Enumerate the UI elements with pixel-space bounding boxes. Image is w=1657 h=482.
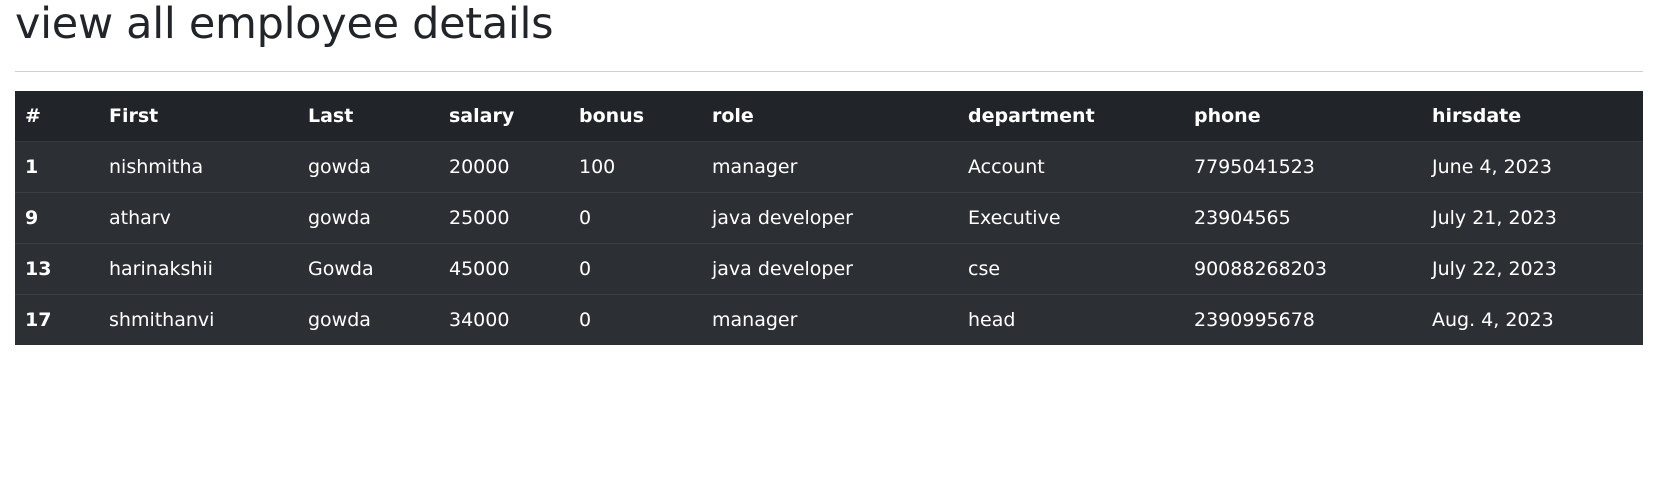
cell-first: atharv: [99, 192, 298, 244]
cell-role: manager: [702, 294, 958, 345]
table-row: 1 nishmitha gowda 20000 100 manager Acco…: [15, 141, 1643, 193]
cell-bonus: 0: [569, 243, 702, 295]
column-header-salary: salary: [449, 105, 515, 127]
page: view all employee details # First Last s…: [15, 0, 1643, 345]
cell-first: shmithanvi: [99, 294, 298, 345]
cell-last: Gowda: [298, 243, 439, 295]
cell-department: cse: [958, 243, 1184, 295]
column-header-id: #: [25, 105, 41, 127]
table-body: 1 nishmitha gowda 20000 100 manager Acco…: [15, 141, 1643, 345]
table-row: 9 atharv gowda 25000 0 java developer Ex…: [15, 192, 1643, 244]
cell-salary: 20000: [439, 141, 569, 193]
cell-last: gowda: [298, 192, 439, 244]
cell-id: 9: [15, 192, 99, 244]
cell-role: java developer: [702, 192, 958, 244]
column-header-first: First: [109, 105, 159, 127]
cell-role: manager: [702, 141, 958, 193]
cell-department: Account: [958, 141, 1184, 193]
table-row: 13 harinakshii Gowda 45000 0 java develo…: [15, 243, 1643, 295]
cell-salary: 25000: [439, 192, 569, 244]
cell-id: 13: [15, 243, 99, 295]
column-header-role: role: [712, 105, 754, 127]
cell-bonus: 0: [569, 294, 702, 345]
cell-id: 1: [15, 141, 99, 193]
column-header-bonus: bonus: [579, 105, 645, 127]
cell-role: java developer: [702, 243, 958, 295]
column-header-last: Last: [308, 105, 354, 127]
cell-hiredate: June 4, 2023: [1422, 141, 1643, 193]
table-row: 17 shmithanvi gowda 34000 0 manager head…: [15, 294, 1643, 345]
cell-phone: 2390995678: [1184, 294, 1422, 345]
cell-salary: 34000: [439, 294, 569, 345]
title-divider: [15, 71, 1643, 72]
cell-first: harinakshii: [99, 243, 298, 295]
column-header-department: department: [968, 105, 1095, 127]
cell-phone: 7795041523: [1184, 141, 1422, 193]
cell-id: 17: [15, 294, 99, 345]
cell-department: Executive: [958, 192, 1184, 244]
cell-last: gowda: [298, 294, 439, 345]
cell-bonus: 0: [569, 192, 702, 244]
employee-table: # First Last salary bonus role departmen…: [15, 91, 1643, 345]
employee-table-container: # First Last salary bonus role departmen…: [15, 91, 1643, 345]
cell-bonus: 100: [569, 141, 702, 193]
header-row: # First Last salary bonus role departmen…: [15, 91, 1643, 142]
column-header-phone: phone: [1194, 105, 1261, 127]
cell-hiredate: July 21, 2023: [1422, 192, 1643, 244]
cell-first: nishmitha: [99, 141, 298, 193]
cell-department: head: [958, 294, 1184, 345]
cell-phone: 90088268203: [1184, 243, 1422, 295]
cell-hiredate: July 22, 2023: [1422, 243, 1643, 295]
table-header: # First Last salary bonus role departmen…: [15, 91, 1643, 142]
cell-hiredate: Aug. 4, 2023: [1422, 294, 1643, 345]
column-header-hiredate: hirsdate: [1432, 105, 1522, 127]
cell-last: gowda: [298, 141, 439, 193]
page-title: view all employee details: [15, 0, 554, 49]
cell-phone: 23904565: [1184, 192, 1422, 244]
cell-salary: 45000: [439, 243, 569, 295]
